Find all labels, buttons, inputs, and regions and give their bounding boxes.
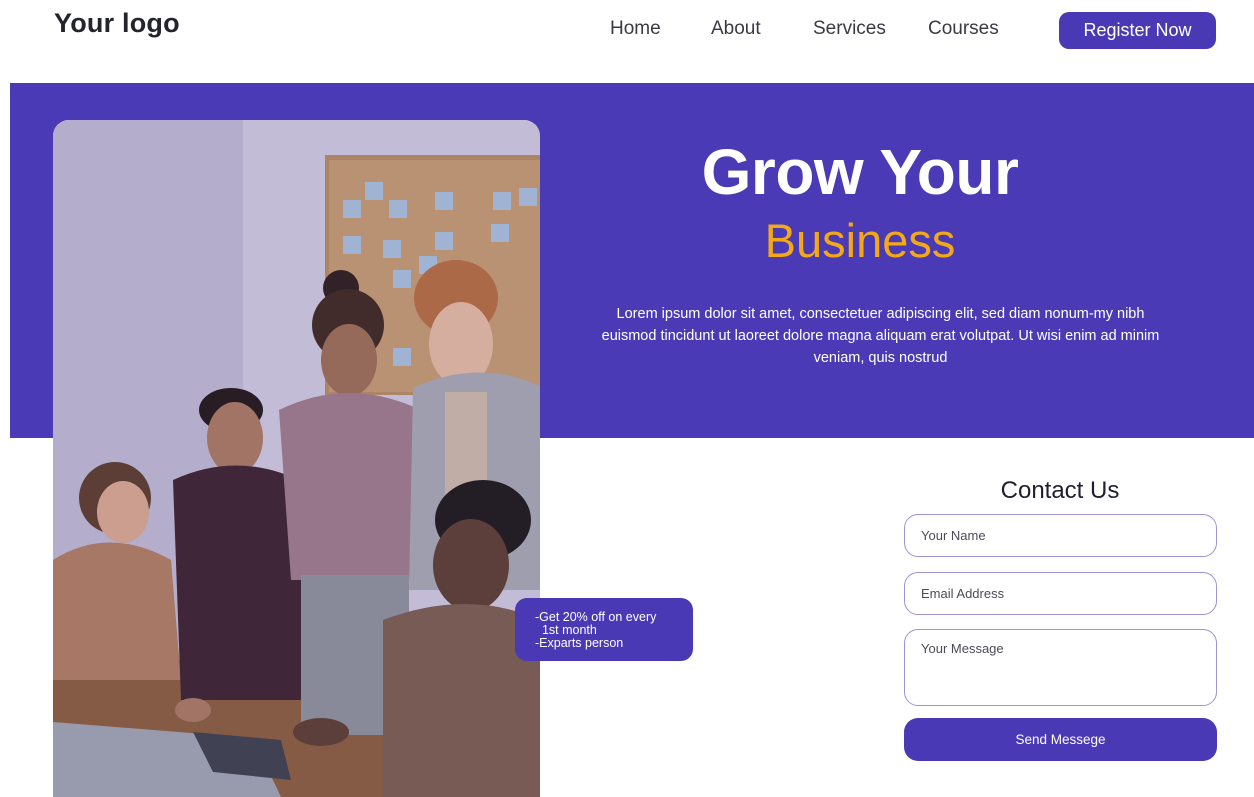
email-field[interactable] [904,572,1217,615]
nav-courses-link[interactable]: Courses [928,18,999,40]
offer-line: -Exparts person [535,636,624,650]
nav-about-link[interactable]: About [711,18,761,40]
contact-title: Contact Us [1000,477,1120,504]
send-message-button[interactable]: Send Messege [904,718,1217,761]
message-field[interactable] [904,629,1217,706]
team-photo-illustration [53,120,540,797]
nav-home-link[interactable]: Home [610,18,661,40]
team-photo [53,120,540,797]
register-now-button[interactable]: Register Now [1059,12,1216,49]
hero-subtitle: Business [764,214,956,267]
logo[interactable]: Your logo [54,8,180,39]
hero-title: Grow Your [701,136,1019,208]
name-field[interactable] [904,514,1217,557]
offer-badge: -Get 20% off on every 1st month -Exparts… [515,598,693,661]
nav-services-link[interactable]: Services [813,18,886,40]
hero-description: Lorem ipsum dolor sit amet, consectetuer… [601,306,1160,366]
